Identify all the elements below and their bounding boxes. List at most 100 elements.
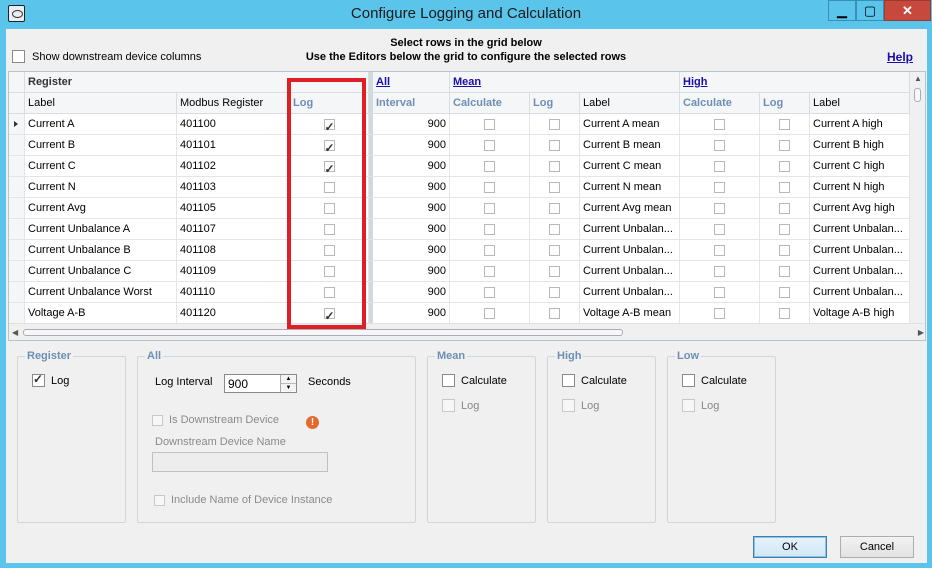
table-row[interactable]: Current Unbalance B 401108 900 Current Unba… bbox=[9, 240, 910, 261]
high-calculate-cell[interactable] bbox=[680, 198, 760, 219]
register-label-cell[interactable]: Current Unbalance A bbox=[25, 219, 177, 240]
modbus-register-cell[interactable]: 401109 bbox=[177, 261, 290, 282]
high-log-cell[interactable] bbox=[760, 135, 810, 156]
high-log-checkbox[interactable] bbox=[779, 224, 790, 235]
high-log-checkbox[interactable] bbox=[779, 245, 790, 256]
high-log-option[interactable]: Log bbox=[562, 399, 599, 412]
mean-calculate-cell[interactable] bbox=[450, 114, 530, 135]
row-selector[interactable] bbox=[9, 198, 25, 218]
register-label-cell[interactable]: Current B bbox=[25, 135, 177, 156]
scroll-right-arrow-icon[interactable]: ▶ bbox=[918, 328, 924, 337]
register-label-cell[interactable]: Current N bbox=[25, 177, 177, 198]
row-selector[interactable] bbox=[9, 240, 25, 260]
mean-log-checkbox[interactable] bbox=[549, 161, 560, 172]
mean-calculate-checkbox[interactable] bbox=[484, 182, 495, 193]
low-log-checkbox[interactable] bbox=[682, 399, 695, 412]
mean-log-cell[interactable] bbox=[530, 135, 580, 156]
high-log-cell[interactable] bbox=[760, 303, 810, 324]
high-calculate-checkbox[interactable] bbox=[714, 203, 725, 214]
mean-label-cell[interactable]: Current C mean bbox=[580, 156, 680, 177]
log-interval-input[interactable] bbox=[225, 375, 279, 392]
mean-label-cell[interactable]: Current Unbalan... bbox=[580, 240, 680, 261]
row-selector[interactable] bbox=[9, 219, 25, 239]
mean-calculate-cell[interactable] bbox=[450, 177, 530, 198]
high-calculate-cell[interactable] bbox=[680, 219, 760, 240]
mean-calculate-cell[interactable] bbox=[450, 261, 530, 282]
high-log-cell[interactable] bbox=[760, 177, 810, 198]
col-label[interactable]: Label bbox=[25, 93, 177, 114]
register-label-cell[interactable]: Current Unbalance Worst bbox=[25, 282, 177, 303]
interval-cell[interactable]: 900 bbox=[373, 240, 450, 261]
mean-calculate-cell[interactable] bbox=[450, 156, 530, 177]
mean-calculate-option[interactable]: Calculate bbox=[442, 374, 507, 387]
low-calculate-option[interactable]: Calculate bbox=[682, 374, 747, 387]
high-label-cell[interactable]: Current C high bbox=[810, 156, 910, 177]
col-modbus-register[interactable]: Modbus Register bbox=[177, 93, 290, 114]
mean-log-cell[interactable] bbox=[530, 282, 580, 303]
mean-log-checkbox[interactable] bbox=[549, 266, 560, 277]
high-label-cell[interactable]: Current N high bbox=[810, 177, 910, 198]
mean-label-cell[interactable]: Voltage A-B mean bbox=[580, 303, 680, 324]
mean-label-cell[interactable]: Current Unbalan... bbox=[580, 219, 680, 240]
group-high-link[interactable]: High bbox=[680, 72, 910, 93]
table-row[interactable]: Current B401101 900 Current B mean Current … bbox=[9, 135, 910, 156]
row-selector[interactable] bbox=[9, 177, 25, 197]
high-log-checkbox[interactable] bbox=[562, 399, 575, 412]
mean-log-cell[interactable] bbox=[530, 177, 580, 198]
mean-log-cell[interactable] bbox=[530, 219, 580, 240]
register-log-checkbox[interactable] bbox=[32, 372, 45, 387]
grid-vertical-scrollbar[interactable]: ▲ bbox=[910, 72, 925, 324]
high-log-cell[interactable] bbox=[760, 114, 810, 135]
table-row[interactable]: Current Unbalance C 401109 900 Current Unba… bbox=[9, 261, 910, 282]
mean-calculate-checkbox[interactable] bbox=[484, 266, 495, 277]
mean-log-checkbox[interactable] bbox=[549, 308, 560, 319]
mean-log-cell[interactable] bbox=[530, 261, 580, 282]
register-label-cell[interactable]: Current Avg bbox=[25, 198, 177, 219]
modbus-register-cell[interactable]: 401110 bbox=[177, 282, 290, 303]
minimize-button[interactable]: ▁ bbox=[828, 0, 856, 21]
interval-cell[interactable]: 900 bbox=[373, 219, 450, 240]
mean-label-cell[interactable]: Current A mean bbox=[580, 114, 680, 135]
col-mean-log[interactable]: Log bbox=[530, 93, 580, 114]
mean-log-checkbox[interactable] bbox=[549, 287, 560, 298]
high-log-checkbox[interactable] bbox=[779, 119, 790, 130]
mean-log-checkbox[interactable] bbox=[549, 119, 560, 130]
table-row[interactable]: Current Avg 401105 900 Current Avg mean Curr… bbox=[9, 198, 910, 219]
spin-up-icon[interactable]: ▲ bbox=[281, 375, 296, 383]
include-name-option[interactable]: Include Name of Device Instance bbox=[154, 494, 332, 506]
mean-log-cell[interactable] bbox=[530, 198, 580, 219]
mean-label-cell[interactable]: Current Unbalan... bbox=[580, 282, 680, 303]
register-log-option[interactable]: Log bbox=[32, 372, 69, 387]
cancel-button[interactable]: Cancel bbox=[840, 536, 914, 558]
group-mean-link[interactable]: Mean bbox=[450, 72, 680, 93]
is-downstream-checkbox[interactable] bbox=[152, 414, 163, 426]
mean-log-checkbox[interactable] bbox=[549, 140, 560, 151]
mean-calculate-checkbox[interactable] bbox=[484, 308, 495, 319]
interval-cell[interactable]: 900 bbox=[373, 282, 450, 303]
interval-cell[interactable]: 900 bbox=[373, 198, 450, 219]
low-log-option[interactable]: Log bbox=[682, 399, 719, 412]
register-label-cell[interactable]: Current Unbalance B bbox=[25, 240, 177, 261]
register-label-cell[interactable]: Current C bbox=[25, 156, 177, 177]
is-downstream-option[interactable]: Is Downstream Device bbox=[152, 414, 279, 426]
high-label-cell[interactable]: Voltage A-B high bbox=[810, 303, 910, 324]
modbus-register-cell[interactable]: 401103 bbox=[177, 177, 290, 198]
high-label-cell[interactable]: Current Unbalan... bbox=[810, 219, 910, 240]
modbus-register-cell[interactable]: 401105 bbox=[177, 198, 290, 219]
mean-log-checkbox[interactable] bbox=[549, 224, 560, 235]
interval-cell[interactable]: 900 bbox=[373, 303, 450, 324]
mean-log-checkbox[interactable] bbox=[549, 245, 560, 256]
high-calculate-checkbox[interactable] bbox=[562, 374, 575, 387]
horizontal-scroll-thumb[interactable] bbox=[23, 329, 623, 336]
mean-calculate-cell[interactable] bbox=[450, 135, 530, 156]
mean-log-cell[interactable] bbox=[530, 240, 580, 261]
table-row[interactable]: Current Unbalance Worst 401110 900 Current … bbox=[9, 282, 910, 303]
close-button[interactable]: ✕ bbox=[884, 0, 931, 21]
mean-calculate-cell[interactable] bbox=[450, 303, 530, 324]
modbus-register-cell[interactable]: 401101 bbox=[177, 135, 290, 156]
table-row[interactable]: Current A401100 900 Current A mean Current … bbox=[9, 114, 910, 135]
high-log-cell[interactable] bbox=[760, 219, 810, 240]
mean-calculate-checkbox[interactable] bbox=[484, 224, 495, 235]
table-row[interactable]: Current C401102 900 Current C mean Current … bbox=[9, 156, 910, 177]
mean-log-checkbox[interactable] bbox=[549, 203, 560, 214]
